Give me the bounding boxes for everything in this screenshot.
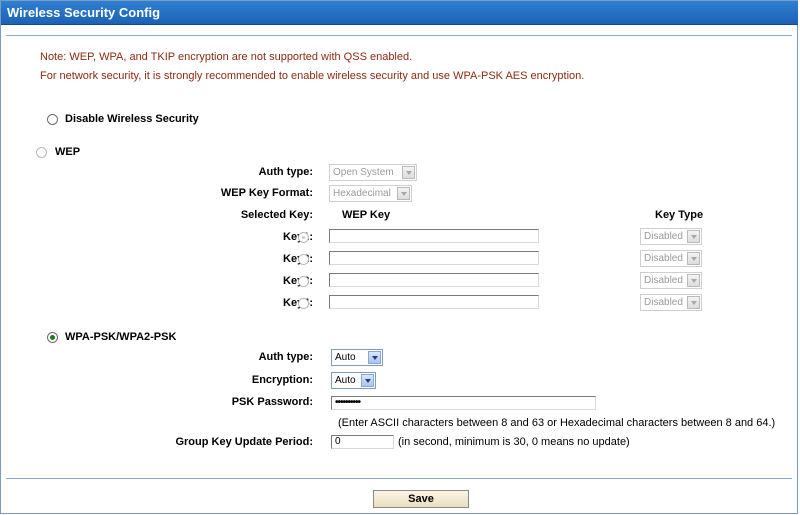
chevron-down-icon (361, 374, 374, 387)
key4-radio[interactable] (298, 298, 309, 309)
disable-security-radio[interactable] (47, 114, 58, 125)
divider-bottom (6, 478, 792, 479)
group-key-update-input[interactable]: 0 (331, 435, 394, 449)
wep-label: WEP (55, 146, 81, 158)
divider-top (6, 35, 792, 36)
chevron-down-icon (687, 230, 700, 243)
key-type-header: Key Type (655, 209, 704, 221)
wpa-auth-type-value: Auto (335, 352, 356, 363)
disable-security-label: Disable Wireless Security (65, 113, 199, 125)
psk-password-label: PSK Password: (231, 396, 313, 408)
wep-key-format-value: Hexadecimal (333, 188, 391, 199)
wep-auth-type-value: Open System (333, 167, 394, 178)
psk-password-input[interactable]: •••••••••• (331, 396, 596, 410)
wep-key-format-label: WEP Key Format: (220, 187, 313, 199)
key3-input[interactable] (329, 273, 539, 287)
selected-key-label: Selected Key: (240, 209, 313, 221)
wep-key-format-select[interactable]: Hexadecimal (329, 185, 412, 202)
note-qss: Note: WEP, WPA, and TKIP encryption are … (40, 51, 413, 63)
chevron-down-icon (687, 252, 700, 265)
encryption-label: Encryption: (251, 374, 313, 386)
wep-auth-type-select[interactable]: Open System (329, 164, 417, 181)
key3-radio[interactable] (298, 276, 309, 287)
group-key-update-value: 0 (335, 436, 341, 447)
wep-radio[interactable] (36, 147, 47, 158)
chevron-down-icon (402, 166, 415, 179)
chevron-down-icon (687, 296, 700, 309)
psk-password-value: •••••••••• (335, 397, 361, 408)
title-bar: Wireless Security Config (1, 1, 798, 25)
save-button[interactable]: Save (373, 490, 469, 508)
wpa-auth-type-select[interactable]: Auto (331, 349, 383, 366)
key4-type-select[interactable]: Disabled (640, 294, 702, 311)
key1-type-select[interactable]: Disabled (640, 228, 702, 245)
group-key-update-hint: (in second, minimum is 30, 0 means no up… (398, 436, 630, 448)
chevron-down-icon (368, 351, 381, 364)
key2-type-select[interactable]: Disabled (640, 250, 702, 267)
wpa-psk-label: WPA-PSK/WPA2-PSK (65, 331, 177, 343)
key1-input[interactable] (329, 229, 539, 243)
key2-radio[interactable] (298, 254, 309, 265)
key1-type-value: Disabled (644, 231, 683, 242)
group-key-update-label: Group Key Update Period: (175, 436, 313, 448)
key3-type-value: Disabled (644, 275, 683, 286)
key4-type-value: Disabled (644, 297, 683, 308)
chevron-down-icon (687, 274, 700, 287)
key1-radio[interactable] (298, 232, 309, 243)
key2-input[interactable] (329, 251, 539, 265)
wpa-auth-type-label: Auth type: (258, 351, 313, 363)
wep-auth-type-label: Auth type: (258, 166, 313, 178)
encryption-select[interactable]: Auto (331, 372, 376, 389)
encryption-value: Auto (335, 375, 356, 386)
key2-type-value: Disabled (644, 253, 683, 264)
page-title: Wireless Security Config (7, 5, 161, 20)
wep-key-header: WEP Key (342, 209, 391, 221)
key4-input[interactable] (329, 295, 539, 309)
key3-type-select[interactable]: Disabled (640, 272, 702, 289)
note-security: For network security, it is strongly rec… (40, 70, 585, 82)
chevron-down-icon (397, 187, 410, 200)
psk-password-hint: (Enter ASCII characters between 8 and 63… (338, 417, 776, 429)
wpa-psk-radio[interactable] (47, 332, 58, 343)
